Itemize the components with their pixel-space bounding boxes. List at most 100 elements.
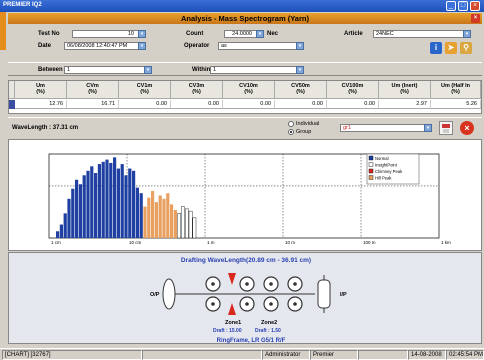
wavelength-bar: WaveLength : 37.31 cm Individual Group g… <box>8 117 482 139</box>
drafting-diagram: Drafting WaveLength(20.89 cm - 36.91 cm)… <box>8 252 482 344</box>
chart-bar <box>128 168 132 238</box>
between-within-bar: Between 1 ▾ Within 1 ▾ <box>8 62 482 76</box>
chart-x-tick-label: 10 m <box>285 240 295 245</box>
dialog-title-bar: Analysis - Mass Spectrogram (Yarn) × <box>8 13 482 24</box>
chart-bar <box>67 198 71 238</box>
export-icon[interactable]: ➤ <box>445 42 457 54</box>
chart-bar <box>162 198 166 238</box>
chart-bar <box>120 164 124 238</box>
chart-legend-label: InsightPoint <box>375 162 398 167</box>
individual-label: Individual <box>296 121 320 127</box>
input-package-icon <box>317 279 331 309</box>
drafting-arrow-up-icon <box>228 303 236 315</box>
window-titlebar: PREMIER IQ2 _ □ × <box>0 0 484 12</box>
group-radio[interactable] <box>288 129 294 135</box>
status-spacer <box>142 350 262 360</box>
chart-bar <box>116 168 120 238</box>
chart-bar <box>184 208 189 239</box>
chart-bar <box>109 162 113 238</box>
results-table: Um (%) CVm (%) CV1m (%) CV3m (%) CV10m (%) CV… <box>8 80 482 114</box>
zone1-label: Zone1 <box>225 320 241 326</box>
zone2-label: Zone2 <box>261 320 277 326</box>
info-icon[interactable]: i <box>430 42 442 54</box>
status-bar: [CHART] [32767] Administrator Premier 14… <box>0 348 484 360</box>
between-field[interactable]: 1 <box>64 66 152 74</box>
chart-bar <box>97 164 101 238</box>
count-spin-button[interactable]: ▾ <box>256 30 264 38</box>
table-cell[interactable]: 0.00 <box>171 100 223 109</box>
table-header-cvm: CVm (%) <box>67 81 119 99</box>
chart-bar <box>139 193 143 238</box>
minimize-button[interactable]: _ <box>446 1 456 11</box>
draft2-label: Draft : 1.50 <box>255 328 281 334</box>
between-label: Between <box>38 67 63 73</box>
operator-dropdown-button[interactable]: ▾ <box>296 42 304 50</box>
window-title: PREMIER IQ2 <box>3 2 42 8</box>
chart-x-tick-label: 1 cm <box>51 240 61 245</box>
chart-bar <box>113 157 117 238</box>
individual-radio[interactable] <box>288 121 294 127</box>
chart-bar <box>143 206 147 238</box>
date-field[interactable]: 06/08/2008 12:40:47 PM <box>64 42 146 50</box>
group-select[interactable]: gr1 <box>340 124 432 132</box>
op-label: O/P <box>150 292 160 298</box>
dialog-title: Analysis - Mass Spectrogram (Yarn) <box>181 14 309 23</box>
chart-bar <box>86 170 90 238</box>
left-side-tab[interactable] <box>0 12 6 50</box>
table-cell[interactable]: 16.71 <box>67 100 119 109</box>
chart-bar <box>78 184 82 238</box>
within-label: Within <box>192 67 211 73</box>
within-field[interactable]: 1 <box>210 66 304 74</box>
save-icon[interactable] <box>439 121 453 135</box>
dialog-close-button[interactable]: × <box>471 14 480 23</box>
drafting-arrow-down-icon <box>228 273 236 285</box>
status-time: 02:45:54 PM <box>446 350 484 360</box>
group-label: Group <box>296 129 312 135</box>
chart-bar <box>135 187 139 238</box>
table-cell[interactable]: 12.76 <box>15 100 67 109</box>
chart-legend-label: Normal <box>375 156 389 161</box>
article-field[interactable]: 24NEC <box>373 30 471 38</box>
table-cell[interactable]: 2.97 <box>379 100 431 109</box>
chart-bar <box>94 173 98 238</box>
count-unit-label: Nec <box>267 31 279 37</box>
table-cell[interactable]: 0.00 <box>327 100 379 109</box>
operator-field[interactable]: as <box>218 42 304 50</box>
article-dropdown-button[interactable]: ▾ <box>463 30 471 38</box>
status-spacer-2 <box>358 350 408 360</box>
within-dropdown-button[interactable]: ▾ <box>296 66 304 74</box>
table-cell[interactable]: 5.26 <box>431 100 481 109</box>
table-cell[interactable]: 0.00 <box>119 100 171 109</box>
between-dropdown-button[interactable]: ▾ <box>144 66 152 74</box>
test-no-dropdown-button[interactable]: ▾ <box>138 30 146 38</box>
table-cell[interactable]: 0.00 <box>223 100 275 109</box>
drafting-title: Drafting WaveLength(20.89 cm - 36.91 cm) <box>181 257 311 264</box>
status-date: 14-08-2008 <box>408 350 446 360</box>
maximize-button[interactable]: □ <box>458 1 468 11</box>
search-icon[interactable]: ⚲ <box>460 42 472 54</box>
chart-bar <box>71 188 75 238</box>
window-close-button[interactable]: × <box>470 1 480 11</box>
table-header-cv1m: CV1m (%) <box>119 81 171 99</box>
chart-bar <box>154 202 158 238</box>
chart-bar <box>132 170 136 238</box>
group-dropdown-button[interactable]: ▾ <box>424 124 432 132</box>
test-no-label: Test No <box>38 31 60 37</box>
chart-bar <box>166 193 170 238</box>
chart-bar <box>192 217 197 239</box>
chart-bar <box>147 197 151 238</box>
article-label: Article <box>344 31 363 37</box>
table-header-cv100m: CV100m (%) <box>327 81 379 99</box>
cancel-icon[interactable]: × <box>460 121 474 135</box>
drafting-svg: Drafting WaveLength(20.89 cm - 36.91 cm)… <box>150 257 347 344</box>
chart-bar <box>124 175 128 238</box>
date-picker-button[interactable]: ▾ <box>138 42 146 50</box>
chart-legend-swatch <box>368 155 374 161</box>
chart-bar <box>90 166 94 238</box>
chart-x-tick-label: 10 cm <box>129 240 142 245</box>
table-header-um-inert: Um (Inert) (%) <box>379 81 431 99</box>
chart-bar <box>56 231 60 238</box>
frame-label: RingFrame, LR G5/1 R/F <box>217 338 286 344</box>
test-no-field[interactable]: 10 <box>72 30 146 38</box>
table-cell[interactable]: 0.00 <box>275 100 327 109</box>
